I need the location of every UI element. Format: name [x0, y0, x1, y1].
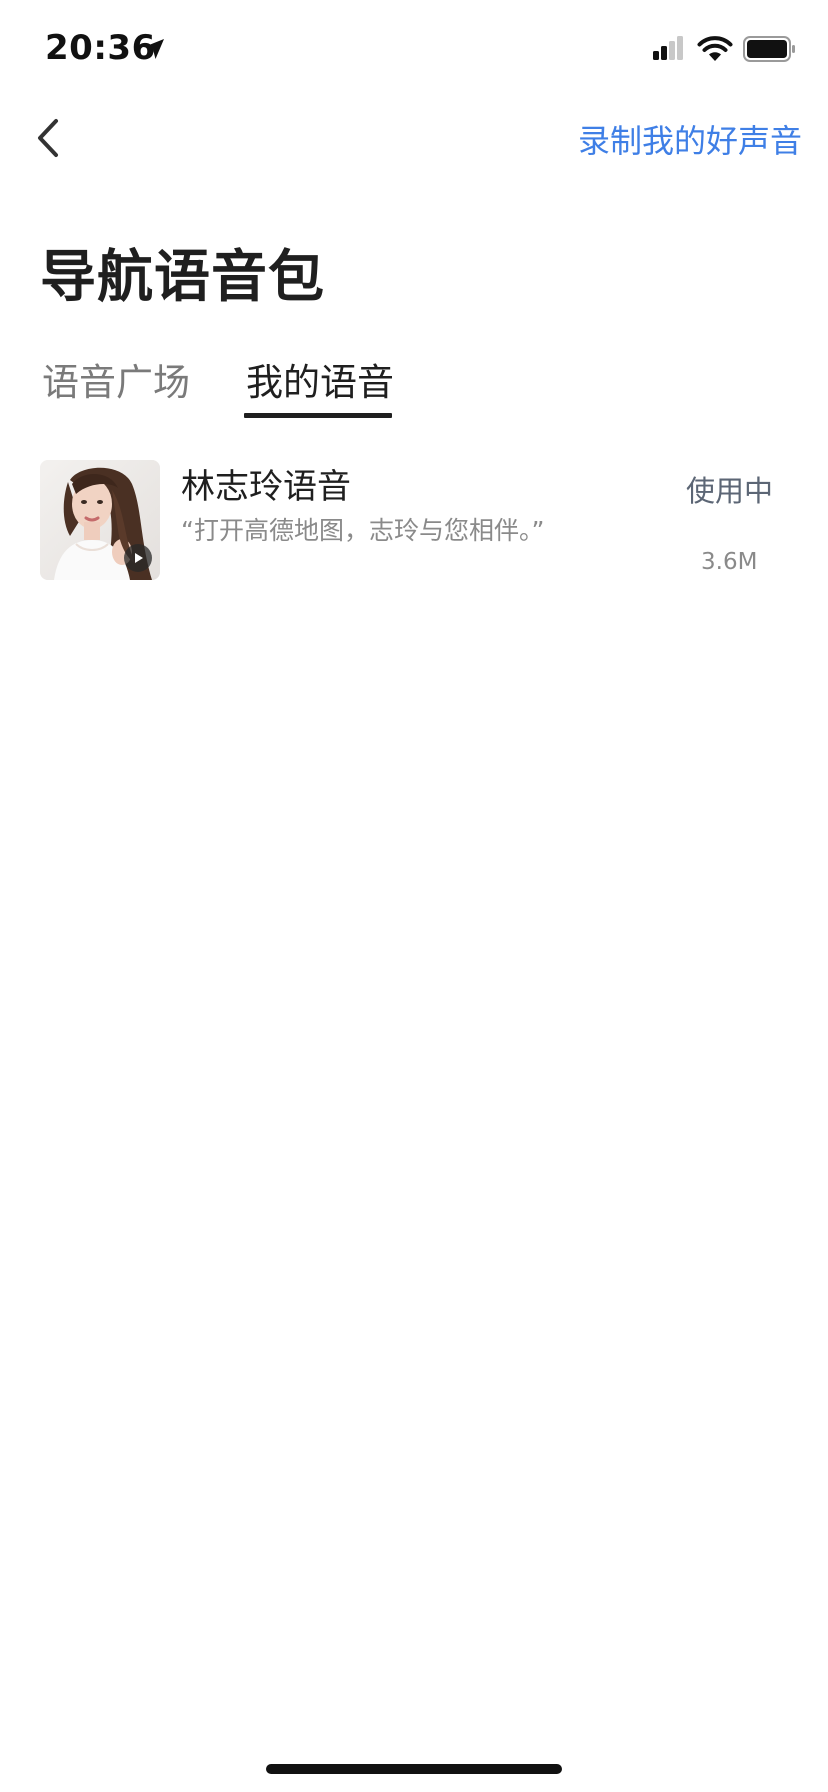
tab-voice-square[interactable]: 语音广场 — [42, 352, 190, 406]
voice-description: “打开高德地图，志玲与您相伴。” — [181, 516, 545, 545]
status-bar: 20:36 — [0, 0, 828, 100]
status-time: 20:36 — [45, 28, 156, 68]
record-my-voice-link[interactable]: 录制我的好声音 — [578, 116, 802, 162]
voice-file-size: 3.6M — [701, 549, 758, 575]
chevron-left-icon — [38, 119, 58, 157]
in-use-status-button[interactable]: 使用中 — [686, 468, 773, 510]
wifi-icon — [697, 35, 733, 63]
page-title: 导航语音包 — [40, 245, 325, 310]
voice-name: 林志玲语音 — [181, 467, 351, 507]
location-arrow-icon — [141, 36, 167, 62]
back-button[interactable] — [18, 108, 78, 168]
battery-icon — [743, 36, 797, 62]
home-indicator[interactable] — [266, 1764, 562, 1774]
active-tab-indicator — [244, 413, 392, 418]
cellular-signal-icon — [651, 36, 687, 62]
voice-avatar[interactable] — [40, 460, 160, 580]
play-icon[interactable] — [124, 544, 152, 572]
list-item[interactable]: 林志玲语音 “打开高德地图，志玲与您相伴。” 使用中 3.6M — [0, 455, 828, 585]
tab-my-voice[interactable]: 我的语音 — [246, 352, 394, 406]
